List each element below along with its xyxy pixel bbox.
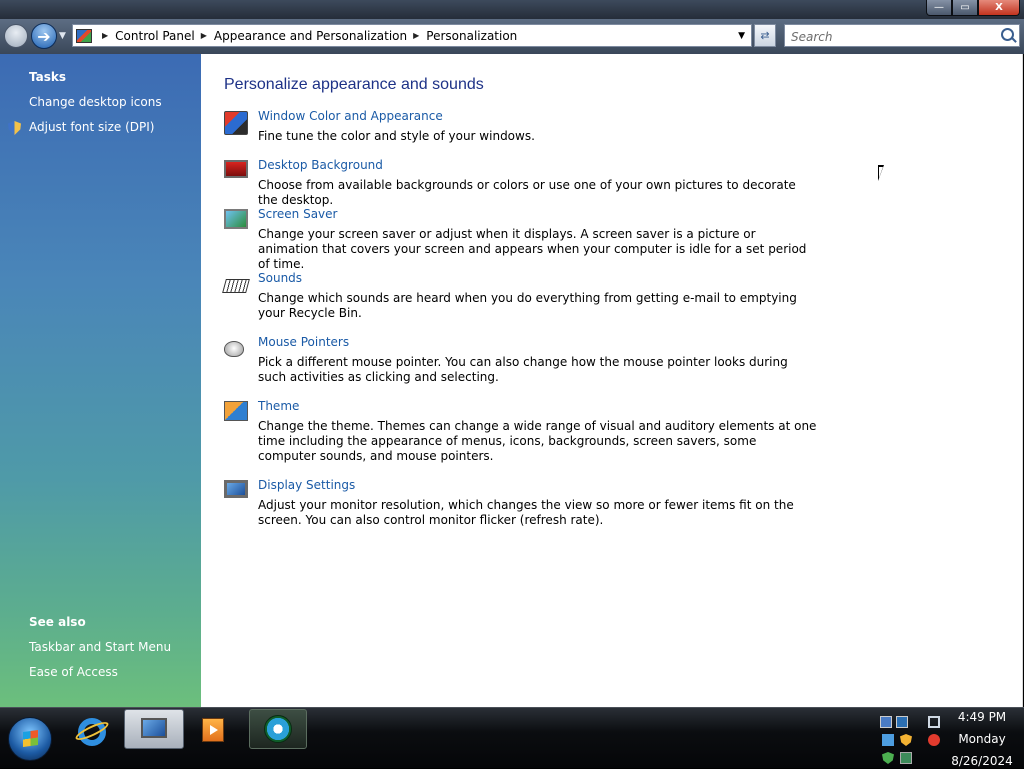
breadcrumb-arrow-icon[interactable]: ▶: [201, 31, 207, 40]
security-shield-icon[interactable]: [900, 734, 912, 746]
window-color-link[interactable]: Window Color and Appearance: [258, 109, 443, 123]
search-input[interactable]: [789, 26, 993, 47]
sounds-link[interactable]: Sounds: [258, 271, 302, 285]
ease-of-access-link[interactable]: Ease of Access: [29, 665, 118, 679]
taskbar-media-player-window[interactable]: [249, 709, 307, 749]
start-button[interactable]: [8, 717, 52, 761]
internet-explorer-icon[interactable]: [72, 714, 112, 754]
clock-time: 4:49 PM: [957, 710, 1007, 724]
recent-pages-dropdown[interactable]: ▼: [59, 31, 66, 41]
theme-link[interactable]: Theme: [258, 399, 299, 413]
navigation-bar: ➔ ▼ ▶ Control Panel ▶ Appearance and Per…: [0, 19, 1024, 54]
breadcrumb-arrow-icon[interactable]: ▶: [102, 31, 108, 40]
item-description: Change your screen saver or adjust when …: [258, 227, 807, 271]
item-description: Pick a different mouse pointer. You can …: [258, 355, 788, 384]
desktop-tray-icon[interactable]: [880, 716, 892, 728]
tasks-heading: Tasks: [29, 70, 67, 84]
breadcrumb-arrow-icon[interactable]: ▶: [413, 31, 419, 40]
maximize-button[interactable]: ▭: [952, 0, 978, 16]
search-icon[interactable]: [1001, 28, 1014, 41]
uac-shield-icon: [8, 121, 21, 135]
volume-tray-icon[interactable]: [882, 734, 894, 746]
close-button[interactable]: X: [978, 0, 1020, 16]
display-settings-link[interactable]: Display Settings: [258, 478, 355, 492]
monitor-icon: [141, 718, 167, 738]
sounds-icon[interactable]: [222, 279, 250, 293]
mouse-pointers-link[interactable]: Mouse Pointers: [258, 335, 349, 349]
desktop-background-link[interactable]: Desktop Background: [258, 158, 383, 172]
see-also-heading: See also: [29, 615, 86, 629]
search-box[interactable]: [784, 24, 1020, 47]
page-title: Personalize appearance and sounds: [224, 76, 484, 93]
desktop-background-icon[interactable]: [224, 160, 248, 178]
network-tray-icon[interactable]: [928, 716, 940, 728]
item-description: Fine tune the color and style of your wi…: [258, 129, 535, 143]
mouse-cursor-icon: [878, 165, 890, 181]
forward-button[interactable]: ➔: [31, 23, 57, 49]
item-description: Change the theme. Themes can change a wi…: [258, 419, 817, 463]
breadcrumb-control-panel[interactable]: Control Panel: [115, 29, 195, 43]
item-description: Choose from available backgrounds or col…: [258, 178, 796, 207]
pane-divider: [1022, 54, 1023, 707]
media-center-icon[interactable]: [198, 714, 230, 746]
address-dropdown-icon[interactable]: ▼: [738, 31, 745, 41]
clock-date: 8/26/2024: [951, 754, 1013, 768]
taskbar-start-menu-link[interactable]: Taskbar and Start Menu: [29, 640, 171, 654]
defender-tray-icon[interactable]: [882, 752, 894, 764]
address-bar[interactable]: ▶ Control Panel ▶ Appearance and Persona…: [72, 24, 752, 47]
breadcrumb-personalization[interactable]: Personalization: [426, 29, 517, 43]
breadcrumb-appearance[interactable]: Appearance and Personalization: [214, 29, 407, 43]
calendar-tray-icon[interactable]: [896, 716, 908, 728]
item-description: Change which sounds are heard when you d…: [258, 291, 797, 320]
change-desktop-icons-link[interactable]: Change desktop icons: [29, 95, 162, 109]
item-description: Adjust your monitor resolution, which ch…: [258, 498, 794, 527]
speaker-muted-icon[interactable]: [928, 734, 940, 746]
taskbar-personalization-window[interactable]: [124, 709, 184, 749]
display-settings-icon[interactable]: [224, 480, 248, 498]
back-button[interactable]: [4, 24, 28, 48]
control-panel-icon: [76, 28, 92, 43]
task-pane: Tasks Change desktop icons Adjust font s…: [0, 54, 201, 707]
system-tray: [880, 714, 944, 764]
window-color-icon[interactable]: [224, 111, 248, 135]
minimize-button[interactable]: —: [926, 0, 952, 16]
window-title-bar: — ▭ X: [0, 0, 1024, 19]
mouse-pointers-icon[interactable]: [224, 341, 244, 357]
media-player-icon: [264, 715, 292, 743]
adjust-font-size-link[interactable]: Adjust font size (DPI): [29, 120, 154, 134]
sidebar-tray-icon[interactable]: [900, 752, 912, 764]
theme-icon[interactable]: [224, 401, 248, 421]
window-controls: — ▭ X: [926, 0, 1020, 16]
taskbar: 4:49 PM Monday 8/26/2024: [0, 707, 1024, 768]
refresh-button[interactable]: ⇄: [754, 24, 776, 47]
screen-saver-icon[interactable]: [224, 209, 248, 229]
screen-saver-link[interactable]: Screen Saver: [258, 207, 337, 221]
content-pane: Personalize appearance and sounds Window…: [201, 54, 1023, 707]
clock[interactable]: 4:49 PM Monday 8/26/2024: [940, 708, 1024, 769]
clock-day: Monday: [958, 732, 1006, 746]
